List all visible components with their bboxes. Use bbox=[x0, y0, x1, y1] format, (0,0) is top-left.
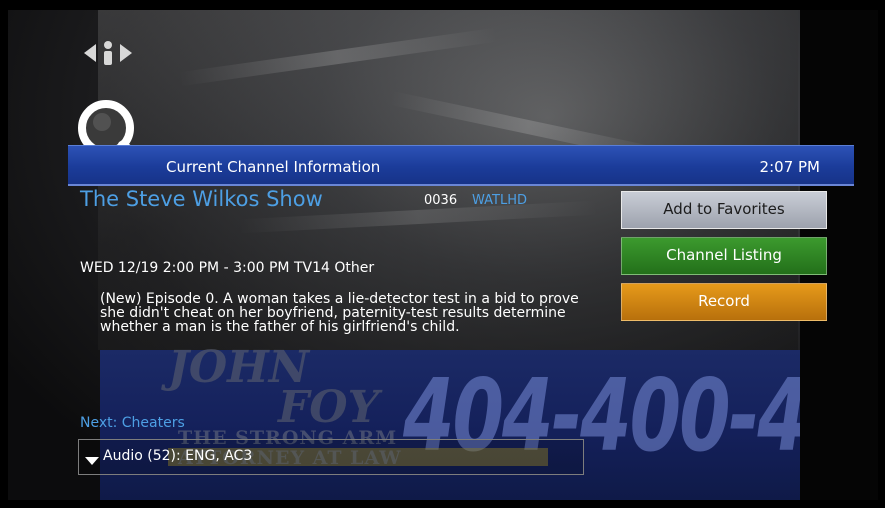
header-bar: Current Channel Information 2:07 PM bbox=[68, 145, 854, 186]
background-ad-name: JOHN FOY bbox=[168, 346, 379, 433]
audio-selector[interactable]: Audio (52): ENG, AC3 bbox=[78, 439, 584, 475]
program-title: The Steve Wilkos Show bbox=[80, 187, 323, 211]
channel-name: WATLHD bbox=[472, 193, 527, 208]
background-ad-name-line: FOY bbox=[278, 382, 379, 433]
audio-label: Audio (52): ENG, AC3 bbox=[103, 448, 253, 464]
clock: 2:07 PM bbox=[759, 158, 820, 176]
airing-info: WED 12/19 2:00 PM - 3:00 PM TV14 Other bbox=[80, 260, 375, 276]
channel-number: 0036 bbox=[424, 193, 458, 208]
program-description: (New) Episode 0. A woman takes a lie-det… bbox=[100, 291, 579, 335]
info-icon[interactable] bbox=[82, 38, 134, 68]
record-button[interactable]: Record bbox=[621, 283, 827, 321]
header-title: Current Channel Information bbox=[166, 158, 381, 176]
next-program: Next: Cheaters bbox=[80, 415, 185, 431]
down-arrow-icon bbox=[85, 457, 99, 465]
add-to-favorites-button[interactable]: Add to Favorites bbox=[621, 191, 827, 229]
channel-listing-button[interactable]: Channel Listing bbox=[621, 237, 827, 275]
